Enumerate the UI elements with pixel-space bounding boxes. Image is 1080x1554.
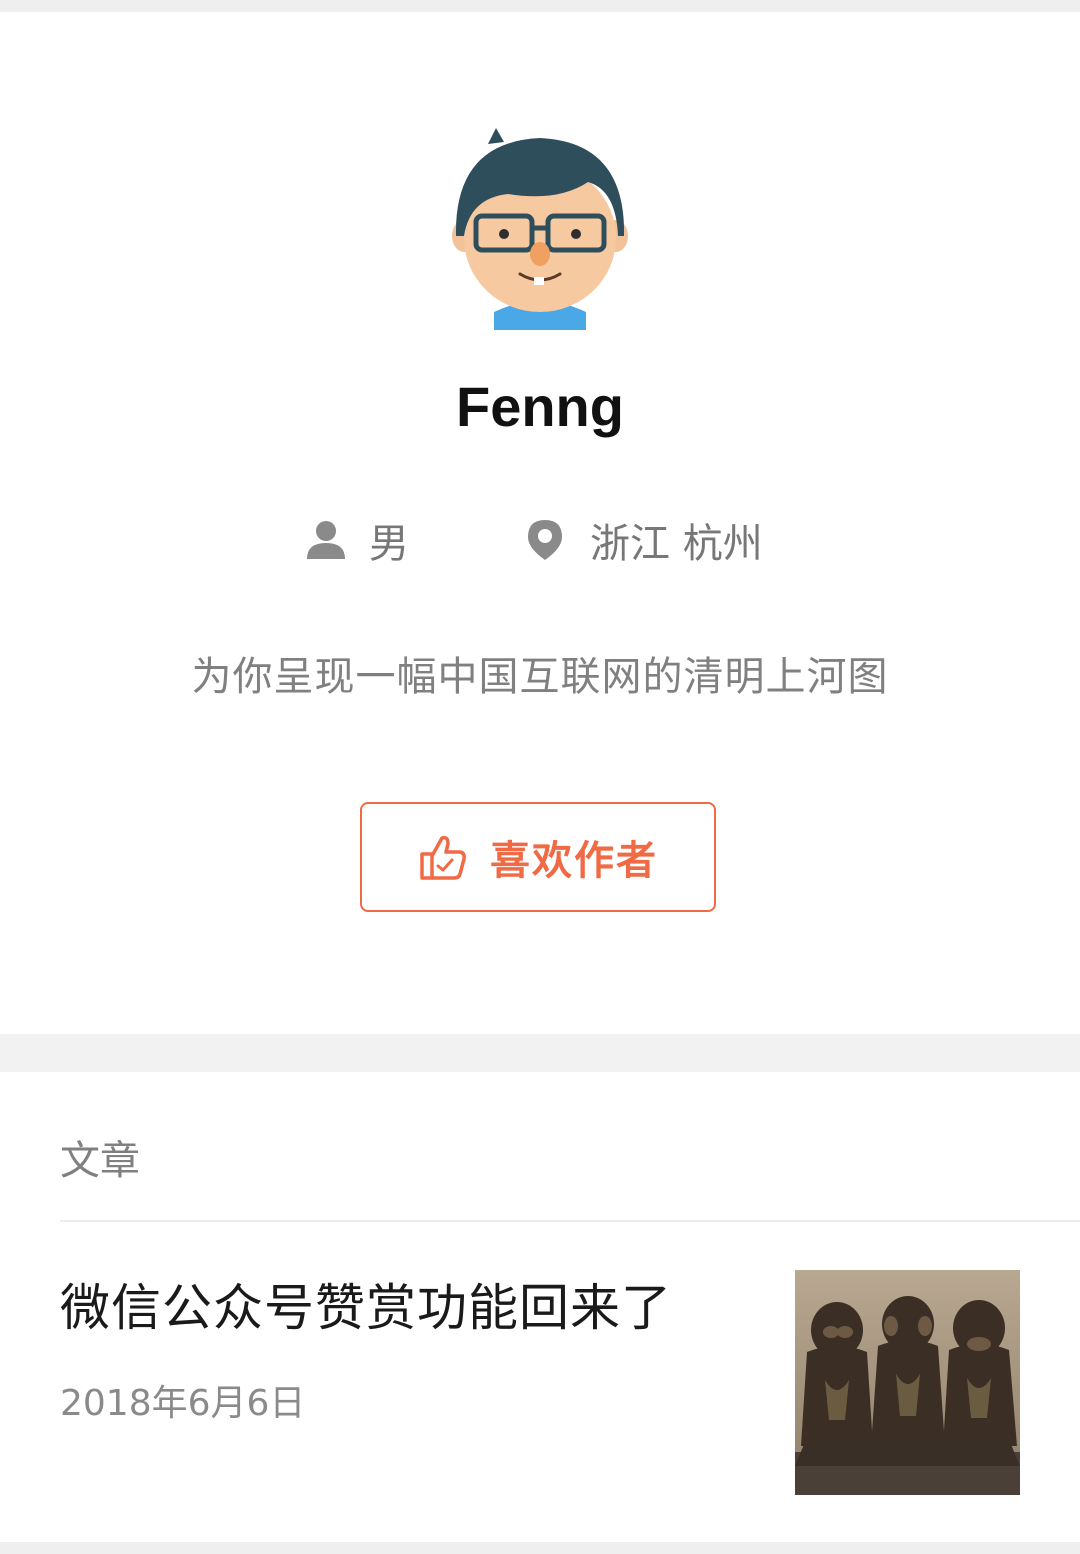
gender-label: 男 [369, 521, 409, 567]
like-author-label: 喜欢作者 [490, 838, 658, 884]
gender-info: 男 [305, 512, 409, 568]
article-title[interactable]: 微信公众号赞赏功能回来了 [60, 1268, 672, 1340]
profile-meta: 男 浙江 杭州 [0, 512, 1080, 568]
location-pin-icon [528, 520, 562, 560]
location-info: 浙江 杭州 [526, 512, 763, 568]
section-title: 文章 [60, 1138, 140, 1184]
thumbs-up-icon [420, 835, 466, 880]
articles-section: 文章 微信公众号赞赏功能回来了 2018年6月6日 [0, 1072, 1080, 1542]
top-spacer [0, 0, 1080, 12]
avatar [452, 128, 628, 330]
profile-card: Fenng 男 浙江 杭州 为你呈现一幅中国互联网的清明上河图 喜欢作者 [0, 12, 1080, 1034]
article-list-item[interactable]: 微信公众号赞赏功能回来了 2018年6月6日 [0, 1222, 1080, 1542]
article-thumbnail[interactable] [795, 1270, 1020, 1495]
article-date: 2018年6月6日 [60, 1383, 306, 1424]
like-author-button[interactable]: 喜欢作者 [360, 802, 716, 912]
profile-name: Fenng [456, 375, 624, 438]
bottom-spacer [0, 1542, 1080, 1554]
location-label: 浙江 杭州 [590, 521, 763, 567]
profile-bio: 为你呈现一幅中国互联网的清明上河图 [191, 654, 889, 700]
person-icon [307, 521, 345, 559]
